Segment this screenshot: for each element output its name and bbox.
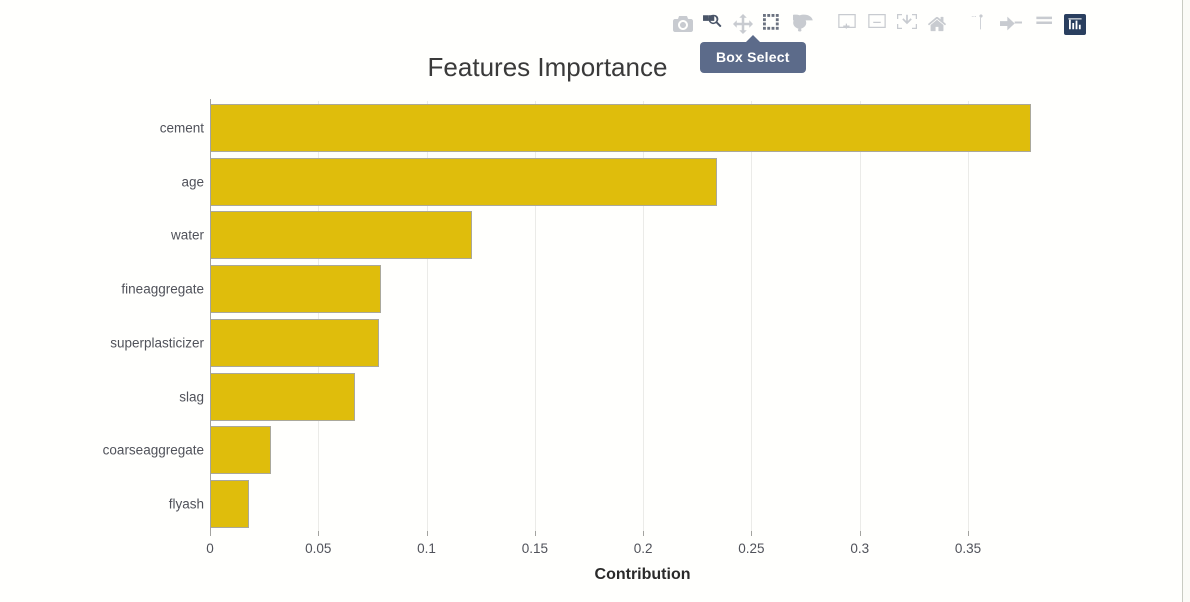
- x-tick-label-0.2: 0.2: [633, 541, 653, 556]
- y-tick-label-superplasticizer: superplasticizer: [110, 335, 204, 351]
- x-axis-tick-labels: 0 0.05 0.1 0.15 0.2 0.25 0.3 0.35: [0, 531, 1183, 561]
- x-tick-label-0.05: 0.05: [305, 541, 332, 556]
- x-tick-label-0.15: 0.15: [521, 541, 548, 556]
- x-tick-mark: [426, 531, 428, 536]
- plotly-modebar[interactable]: [668, 10, 1086, 38]
- bar-water[interactable]: [210, 211, 473, 260]
- plot-area[interactable]: [210, 101, 1084, 531]
- spike-lines-icon[interactable]: [966, 11, 996, 37]
- y-tick-label-slag: slag: [179, 389, 204, 405]
- home-icon[interactable]: [922, 11, 952, 37]
- pan-icon[interactable]: [728, 11, 758, 37]
- x-tick-mark: [859, 531, 861, 536]
- zoom-icon[interactable]: [698, 11, 728, 37]
- autoscale-icon[interactable]: [892, 11, 922, 37]
- x-tick-mark: [534, 531, 536, 536]
- chart-title: Features Importance: [427, 52, 668, 82]
- bar-superplasticizer[interactable]: [210, 318, 379, 367]
- modebar-group-hover: [966, 11, 1056, 37]
- x-tick-mark: [318, 531, 320, 536]
- x-tick-label-0.3: 0.3: [850, 541, 870, 556]
- y-tick-label-coarseaggregate: coarseaggregate: [102, 442, 204, 458]
- box-select-icon[interactable]: [758, 11, 788, 37]
- y-tick-label-water: water: [170, 227, 204, 243]
- y-tick-label-fineaggregate: fineaggregate: [121, 281, 204, 297]
- page-viewport: Box Select Features Importance cement age…: [0, 0, 1190, 602]
- modebar-group-zoom: [832, 11, 952, 37]
- bar-age[interactable]: [210, 157, 717, 206]
- camera-icon[interactable]: [668, 11, 698, 37]
- modebar-group-download: [668, 11, 818, 37]
- x-axis-title: Contribution: [594, 566, 691, 583]
- y-axis-tick-labels: cement age water fineaggregate superplastici…: [0, 101, 204, 531]
- y-tick-label-cement: cement: [159, 120, 204, 136]
- x-tick-label-0: 0: [206, 541, 214, 556]
- bar-flyash[interactable]: [210, 480, 249, 529]
- zoom-out-icon[interactable]: [862, 11, 892, 37]
- y-tick-label-flyash: flyash: [168, 496, 204, 512]
- bar-slag[interactable]: [210, 372, 356, 421]
- page-scrollbar[interactable]: [1182, 0, 1190, 602]
- plotly-logo-icon[interactable]: [1064, 13, 1086, 35]
- x-tick-label-0.35: 0.35: [954, 541, 982, 556]
- x-tick-mark: [643, 531, 645, 536]
- bars-layer: [210, 101, 1084, 531]
- hover-compare-icon[interactable]: [1026, 11, 1056, 37]
- lasso-select-icon[interactable]: [788, 11, 818, 37]
- y-tick-label-age: age: [181, 174, 204, 190]
- x-tick-mark: [967, 531, 969, 536]
- plotly-chart[interactable]: Box Select Features Importance cement age…: [0, 0, 1183, 602]
- bar-cement[interactable]: [210, 103, 1031, 152]
- bar-fineaggregate[interactable]: [210, 265, 382, 314]
- x-tick-label-0.1: 0.1: [417, 541, 436, 556]
- hover-closest-icon[interactable]: [996, 11, 1026, 37]
- y-axis-line: [210, 99, 211, 533]
- zoom-in-icon[interactable]: [832, 11, 862, 37]
- x-tick-mark: [751, 531, 753, 536]
- x-tick-label-0.25: 0.25: [738, 541, 765, 556]
- bar-coarseaggregate[interactable]: [210, 426, 271, 475]
- modebar-tooltip: Box Select: [700, 35, 806, 73]
